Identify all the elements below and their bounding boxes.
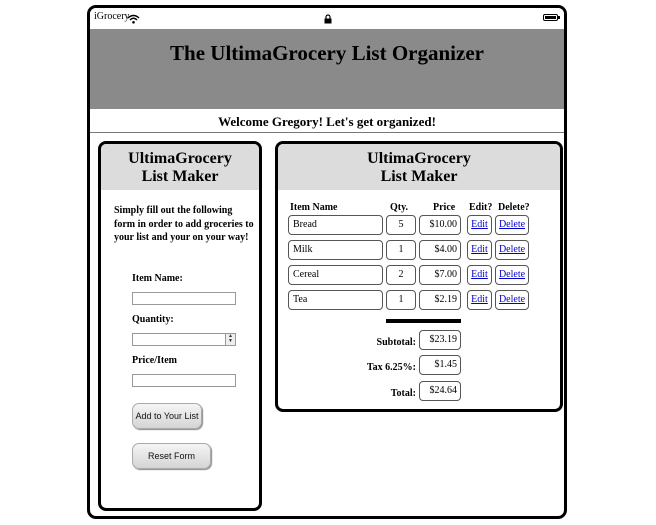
item-name-cell: Tea <box>288 290 383 310</box>
column-header-item-name: Item Name <box>290 202 338 213</box>
welcome-message: Welcome Gregory! Let's get organized! <box>218 114 436 129</box>
add-to-list-button[interactable]: Add to Your List <box>132 403 202 429</box>
delete-button[interactable]: Delete <box>495 290 529 310</box>
form-panel-title-line2: List Maker <box>141 168 219 185</box>
form-panel-title-line1: UltimaGrocery <box>128 150 232 167</box>
item-price-cell: $4.00 <box>419 240 461 260</box>
edit-link[interactable]: Edit <box>471 244 488 255</box>
column-header-price: Price <box>433 202 456 213</box>
app-header: The UltimaGrocery List Organizer <box>90 29 564 109</box>
form-instructions: Simply fill out the following form in or… <box>114 205 254 243</box>
grocery-list-panel: UltimaGrocery List Maker Item Name Qty. … <box>275 141 563 412</box>
edit-link[interactable]: Edit <box>471 219 488 230</box>
reset-form-button[interactable]: Reset Form <box>132 443 211 469</box>
device-frame: iGrocery The UltimaGrocery List Organize… <box>87 5 567 519</box>
item-qty-cell: 1 <box>386 290 416 310</box>
edit-link[interactable]: Edit <box>471 294 488 305</box>
edit-button[interactable]: Edit <box>467 215 492 235</box>
subtotal-value: $23.19 <box>419 330 461 350</box>
page-title: The UltimaGrocery List Organizer <box>170 41 484 65</box>
column-header-edit: Edit? <box>469 202 493 213</box>
stepper-arrows-icon[interactable]: ▲ ▼ <box>225 334 235 345</box>
quantity-label: Quantity: <box>132 314 174 325</box>
column-header-delete: Delete? <box>498 202 530 213</box>
edit-button[interactable]: Edit <box>467 265 492 285</box>
edit-link[interactable]: Edit <box>471 269 488 280</box>
lock-icon <box>324 11 332 29</box>
wifi-icon <box>127 11 140 29</box>
item-price-cell: $10.00 <box>419 215 461 235</box>
item-name-input[interactable] <box>132 292 236 305</box>
total-value: $24.64 <box>419 381 461 401</box>
list-panel-title-line2: List Maker <box>380 168 458 185</box>
delete-button[interactable]: Delete <box>495 265 529 285</box>
status-bar: iGrocery <box>90 8 564 29</box>
item-name-label: Item Name: <box>132 273 183 284</box>
item-qty-cell: 5 <box>386 215 416 235</box>
form-panel-title: UltimaGrocery List Maker <box>101 144 259 190</box>
battery-icon <box>543 14 560 21</box>
total-label: Total: <box>390 388 416 399</box>
totals-divider <box>386 319 461 323</box>
item-name-cell: Cereal <box>288 265 383 285</box>
item-qty-cell: 2 <box>386 265 416 285</box>
edit-button[interactable]: Edit <box>467 290 492 310</box>
item-name-cell: Milk <box>288 240 383 260</box>
price-input[interactable] <box>132 374 236 387</box>
delete-link[interactable]: Delete <box>499 269 525 280</box>
welcome-bar: Welcome Gregory! Let's get organized! <box>90 109 564 133</box>
list-panel-title: UltimaGrocery List Maker <box>278 144 560 190</box>
delete-button[interactable]: Delete <box>495 215 529 235</box>
price-label: Price/Item <box>132 355 177 366</box>
delete-link[interactable]: Delete <box>499 219 525 230</box>
quantity-stepper[interactable]: ▲ ▼ <box>132 333 236 346</box>
item-price-cell: $7.00 <box>419 265 461 285</box>
delete-link[interactable]: Delete <box>499 244 525 255</box>
carrier-label: iGrocery <box>94 11 130 22</box>
delete-button[interactable]: Delete <box>495 240 529 260</box>
tax-label: Tax 6.25%: <box>366 362 416 373</box>
edit-button[interactable]: Edit <box>467 240 492 260</box>
subtotal-label: Subtotal: <box>376 337 416 348</box>
delete-link[interactable]: Delete <box>499 294 525 305</box>
item-price-cell: $2.19 <box>419 290 461 310</box>
list-panel-title-line1: UltimaGrocery <box>367 150 471 167</box>
list-maker-form-panel: UltimaGrocery List Maker Simply fill out… <box>98 141 262 511</box>
item-qty-cell: 1 <box>386 240 416 260</box>
tax-value: $1.45 <box>419 355 461 375</box>
item-name-cell: Bread <box>288 215 383 235</box>
column-header-qty: Qty. <box>390 202 409 213</box>
